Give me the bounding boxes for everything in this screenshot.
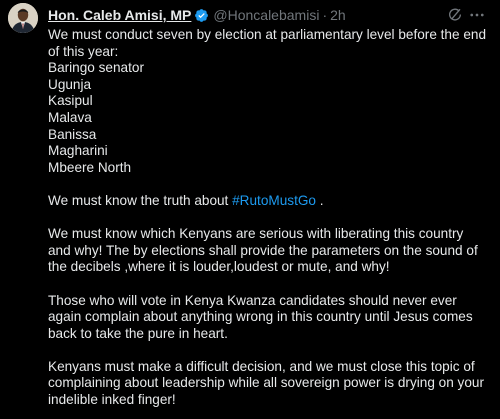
verified-badge-icon[interactable] xyxy=(194,8,209,23)
tweet-text: We must conduct seven by election at par… xyxy=(48,27,488,409)
place-item: Malava xyxy=(48,109,92,125)
more-horizontal-icon[interactable] xyxy=(468,6,486,29)
paragraph-3: Those who will vote in Kenya Kwanza cand… xyxy=(48,292,473,341)
truth-prefix: We must know the truth about xyxy=(48,192,233,208)
avatar[interactable] xyxy=(8,3,38,33)
tweet[interactable]: Hon. Caleb Amisi, MP @Honcalebamisi · 2h… xyxy=(0,0,500,419)
place-item: Mbeere North xyxy=(48,159,132,175)
grok-icon[interactable] xyxy=(447,7,463,28)
hashtag-link[interactable]: #RutoMustGo xyxy=(232,193,316,208)
author-name[interactable]: Hon. Caleb Amisi, MP xyxy=(48,6,191,24)
truth-suffix: . xyxy=(316,192,324,208)
place-item: Magharini xyxy=(48,143,108,159)
header-separator: · xyxy=(322,7,328,23)
place-item: Baringo senator xyxy=(48,60,144,76)
paragraph-2: We must know which Kenyans are serious w… xyxy=(48,226,478,275)
intro-text: We must conduct seven by election at par… xyxy=(48,27,487,59)
place-item: Banissa xyxy=(48,126,97,142)
truth-paragraph: We must know the truth about #RutoMustGo… xyxy=(48,193,488,210)
paragraph-4: Kenyans must make a difficult decision, … xyxy=(48,358,485,408)
place-item: Kasipul xyxy=(48,93,93,109)
author-handle[interactable]: @Honcalebamisi xyxy=(213,6,319,24)
tweet-header: Hon. Caleb Amisi, MP @Honcalebamisi · 2h xyxy=(48,6,346,24)
timestamp[interactable]: 2h xyxy=(330,6,346,24)
place-item: Ugunja xyxy=(48,76,92,92)
